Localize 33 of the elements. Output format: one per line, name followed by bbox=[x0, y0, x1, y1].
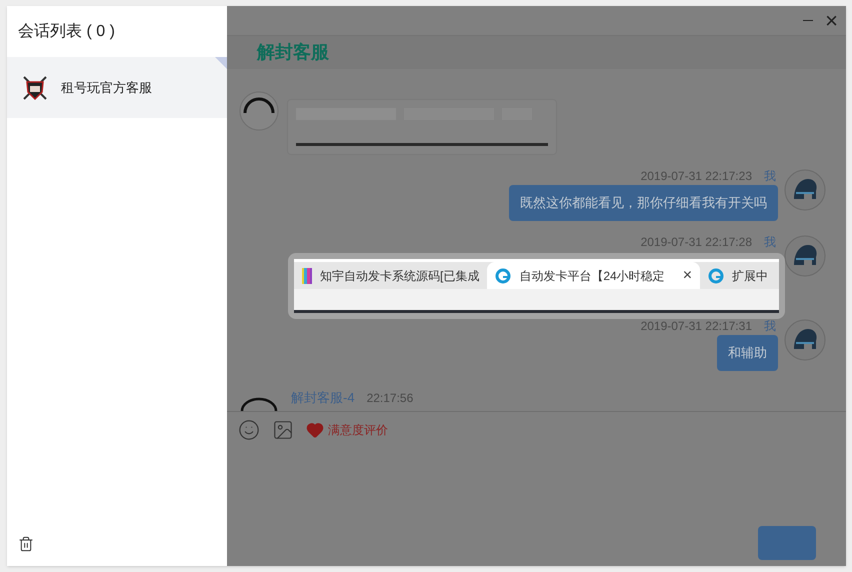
sender-name: 我 bbox=[764, 234, 776, 251]
headset-avatar-icon bbox=[239, 397, 279, 411]
conversation-name: 租号玩官方客服 bbox=[61, 78, 152, 97]
sidebar-title: 会话列表 ( 0 ) bbox=[17, 22, 116, 42]
screenshot-thumbnail[interactable] bbox=[287, 99, 557, 155]
elephant-avatar-icon bbox=[784, 235, 826, 277]
chat-title: 解封客服 bbox=[257, 41, 329, 64]
trash-icon[interactable] bbox=[18, 536, 34, 552]
close-button[interactable]: × bbox=[825, 10, 838, 32]
message-bubble: 和辅助 bbox=[717, 335, 778, 371]
elephant-avatar-icon bbox=[784, 319, 826, 361]
sender-name: 我 bbox=[764, 168, 776, 185]
headset-avatar-icon bbox=[239, 91, 279, 131]
conversation-item[interactable]: 租号玩官方客服 bbox=[7, 57, 227, 118]
tab-close-button[interactable]: × bbox=[682, 264, 692, 288]
message-bubble: 既然这你都能看见，那你仔细看我有开关吗 bbox=[509, 185, 778, 221]
agent-name: 解封客服-4 bbox=[291, 389, 355, 408]
tab-title: 知宇自动发卡系统源码[已集成 bbox=[320, 268, 480, 284]
message-time: 22:17:56 bbox=[366, 390, 414, 407]
tab-title: 扩展中 bbox=[732, 268, 768, 284]
e-logo-icon bbox=[708, 268, 724, 284]
image-icon[interactable] bbox=[272, 419, 294, 441]
browser-tab[interactable]: 自动发卡平台【24小时稳定 × bbox=[487, 262, 700, 289]
striped-favicon bbox=[302, 268, 312, 284]
rating-label: 满意度评价 bbox=[328, 422, 388, 439]
tab-title: 自动发卡平台【24小时稳定 bbox=[519, 268, 665, 284]
elephant-avatar-icon bbox=[784, 169, 826, 211]
sender-name: 我 bbox=[764, 318, 776, 335]
emoji-icon[interactable] bbox=[238, 419, 260, 441]
heart-icon bbox=[306, 421, 324, 439]
e-logo-icon bbox=[495, 268, 512, 284]
minimize-icon[interactable] bbox=[803, 20, 814, 21]
shield-logo-icon bbox=[21, 74, 49, 102]
